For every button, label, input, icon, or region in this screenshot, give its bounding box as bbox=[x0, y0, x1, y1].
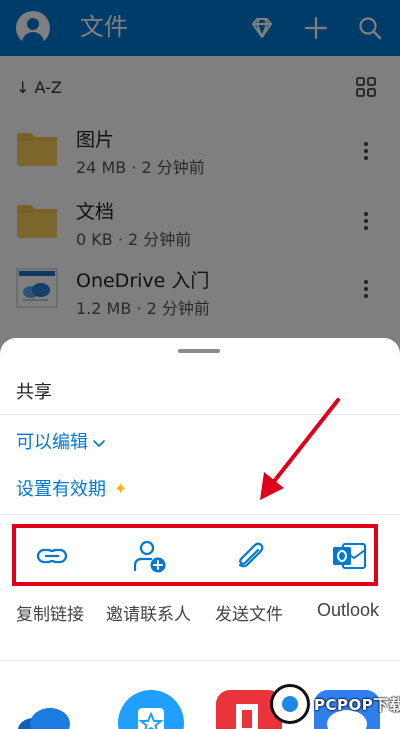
copy-link-label[interactable]: 复制链接 bbox=[16, 600, 84, 625]
add-person-icon[interactable] bbox=[132, 538, 168, 574]
paperclip-icon[interactable] bbox=[232, 538, 268, 574]
watermark-logo-icon bbox=[270, 684, 310, 724]
watermark: PCPOP下载 bbox=[270, 684, 400, 724]
drag-handle[interactable] bbox=[178, 349, 220, 353]
annotation-arrow bbox=[260, 398, 340, 500]
sheet-title: 共享 bbox=[16, 382, 52, 403]
permission-dropdown[interactable]: 可以编辑 bbox=[16, 428, 106, 454]
chevron-down-icon bbox=[92, 434, 106, 448]
invite-contact-label[interactable]: 邀请联系人 bbox=[106, 600, 191, 625]
star-app-icon[interactable] bbox=[118, 690, 184, 729]
sparkle-icon: ✦ bbox=[114, 478, 128, 498]
link-icon[interactable] bbox=[34, 538, 70, 574]
watermark-text: PCPOP下载 bbox=[314, 696, 400, 714]
outlook-label[interactable]: Outlook bbox=[317, 600, 379, 621]
permission-label: 可以编辑 bbox=[16, 432, 88, 453]
onedrive-app-icon[interactable] bbox=[12, 690, 78, 729]
set-expiry-button[interactable]: 设置有效期 ✦ bbox=[16, 475, 127, 501]
send-file-label[interactable]: 发送文件 bbox=[215, 600, 283, 625]
outlook-icon[interactable] bbox=[331, 538, 367, 574]
expiry-label: 设置有效期 bbox=[16, 479, 106, 500]
divider bbox=[0, 514, 400, 515]
divider bbox=[0, 660, 400, 661]
